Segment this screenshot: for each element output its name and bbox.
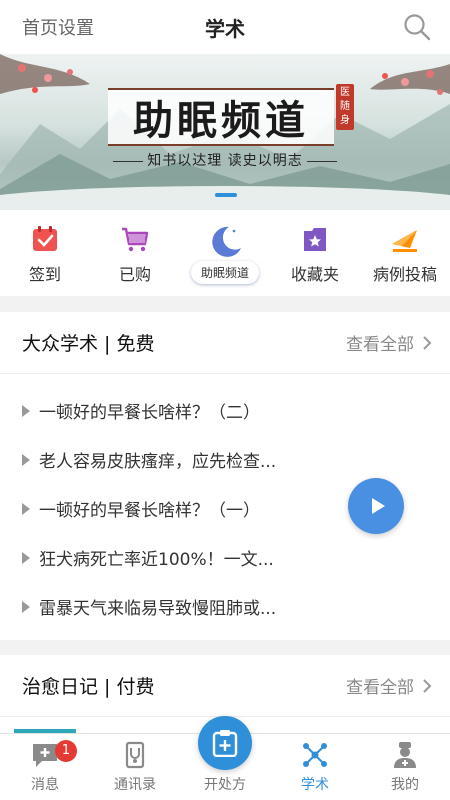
quick-action-label: 收藏夹 bbox=[290, 265, 339, 284]
play-icon bbox=[371, 498, 385, 514]
home-settings-link[interactable]: 首页设置 bbox=[22, 14, 94, 40]
banner-carousel[interactable]: 助眠频道 医随身 知书以达理 读史以明志 bbox=[0, 54, 450, 210]
quick-action-purchased[interactable]: 已购 bbox=[90, 210, 180, 296]
section-header: 大众学术 | 免费 查看全部 bbox=[0, 312, 450, 374]
article-title: 一顿好的早餐长啥样？（二） bbox=[39, 403, 260, 423]
tab-prescribe[interactable]: 开处方 bbox=[180, 716, 270, 800]
play-triangle-icon bbox=[22, 404, 30, 417]
tab-profile[interactable]: 我的 bbox=[360, 734, 450, 800]
section-title: 大众学术 | 免费 bbox=[22, 333, 155, 355]
calendar-check-icon bbox=[33, 226, 57, 251]
banner-seal: 医随身 bbox=[336, 84, 354, 130]
search-icon[interactable] bbox=[402, 12, 432, 42]
folder-star-icon bbox=[304, 228, 326, 251]
tab-label: 通讯录 bbox=[114, 777, 156, 793]
play-triangle-icon bbox=[22, 600, 30, 613]
top-bar: 首页设置 学术 bbox=[0, 0, 450, 54]
molecule-icon bbox=[303, 743, 327, 767]
view-all-link[interactable]: 查看全部 bbox=[346, 330, 432, 355]
article-title: 一顿好的早餐长啥样？（一） bbox=[39, 501, 260, 521]
article-title: 雷暴天气来临易导致慢阻肺或... bbox=[39, 599, 277, 619]
view-all-link[interactable]: 查看全部 bbox=[346, 673, 432, 698]
floating-play-button[interactable] bbox=[348, 478, 404, 534]
play-triangle-icon bbox=[22, 502, 30, 515]
tab-label: 我的 bbox=[391, 777, 419, 793]
banner-tagline: 知书以达理 读史以明志 bbox=[0, 150, 450, 170]
article-row[interactable]: 雷暴天气来临易导致慢阻肺或... bbox=[0, 582, 450, 631]
tab-academic[interactable]: 学术 bbox=[270, 734, 360, 800]
section-title: 治愈日记 | 付费 bbox=[22, 676, 155, 698]
article-row[interactable]: 狂犬病死亡率近100%！一文... bbox=[0, 533, 450, 582]
section-free-academic: 大众学术 | 免费 查看全部 一顿好的早餐长啥样？（二） 老人容易皮肤瘙痒，应先… bbox=[0, 312, 450, 640]
tab-label: 开处方 bbox=[204, 777, 246, 793]
moon-icon bbox=[212, 226, 241, 257]
banner-tagline-text: 知书以达理 读史以明志 bbox=[147, 153, 303, 169]
tab-contacts[interactable]: 通讯录 bbox=[90, 734, 180, 800]
view-all-label: 查看全部 bbox=[346, 335, 414, 355]
tab-label: 消息 bbox=[31, 777, 59, 793]
chevron-right-icon bbox=[423, 335, 432, 350]
quick-action-favorites[interactable]: 收藏夹 bbox=[270, 210, 360, 296]
paper-plane-icon bbox=[392, 230, 417, 252]
article-row[interactable]: 老人容易皮肤瘙痒，应先检查... bbox=[0, 435, 450, 484]
section-header: 治愈日记 | 付费 查看全部 bbox=[0, 655, 450, 717]
tab-messages[interactable]: 消息 1 bbox=[0, 734, 90, 800]
doctor-icon bbox=[394, 742, 416, 768]
banner-slogan: 助眠频道 bbox=[133, 97, 309, 144]
view-all-label: 查看全部 bbox=[346, 678, 414, 698]
article-title: 狂犬病死亡率近100%！一文... bbox=[39, 550, 274, 570]
article-row[interactable]: 一顿好的早餐长啥样？（二） bbox=[0, 386, 450, 435]
unread-badge: 1 bbox=[55, 740, 77, 762]
prescribe-button[interactable] bbox=[198, 716, 252, 770]
quick-action-label: 签到 bbox=[28, 265, 61, 284]
quick-action-label: 助眠频道 bbox=[190, 261, 259, 284]
quick-action-label: 病例投稿 bbox=[372, 265, 437, 284]
quick-actions: 签到 已购 助眠频道 收藏夹 病例投稿 bbox=[0, 210, 450, 296]
tab-label: 学术 bbox=[301, 777, 329, 793]
carousel-indicator bbox=[215, 193, 237, 197]
quick-action-sleep-channel[interactable]: 助眠频道 bbox=[180, 210, 270, 296]
play-triangle-icon bbox=[22, 551, 30, 564]
quick-action-label: 已购 bbox=[118, 265, 151, 284]
banner-slogan-frame: 助眠频道 bbox=[108, 88, 334, 146]
clipboard-plus-icon bbox=[212, 730, 238, 757]
article-title: 老人容易皮肤瘙痒，应先检查... bbox=[39, 452, 277, 472]
chevron-right-icon bbox=[423, 678, 432, 693]
shopping-cart-icon bbox=[122, 227, 149, 252]
quick-action-case-submit[interactable]: 病例投稿 bbox=[360, 210, 450, 296]
stethoscope-icon bbox=[125, 741, 145, 769]
play-triangle-icon bbox=[22, 453, 30, 466]
bottom-tab-bar: 消息 1 通讯录 开处方 学术 我的 bbox=[0, 716, 450, 800]
quick-action-checkin[interactable]: 签到 bbox=[0, 210, 90, 296]
